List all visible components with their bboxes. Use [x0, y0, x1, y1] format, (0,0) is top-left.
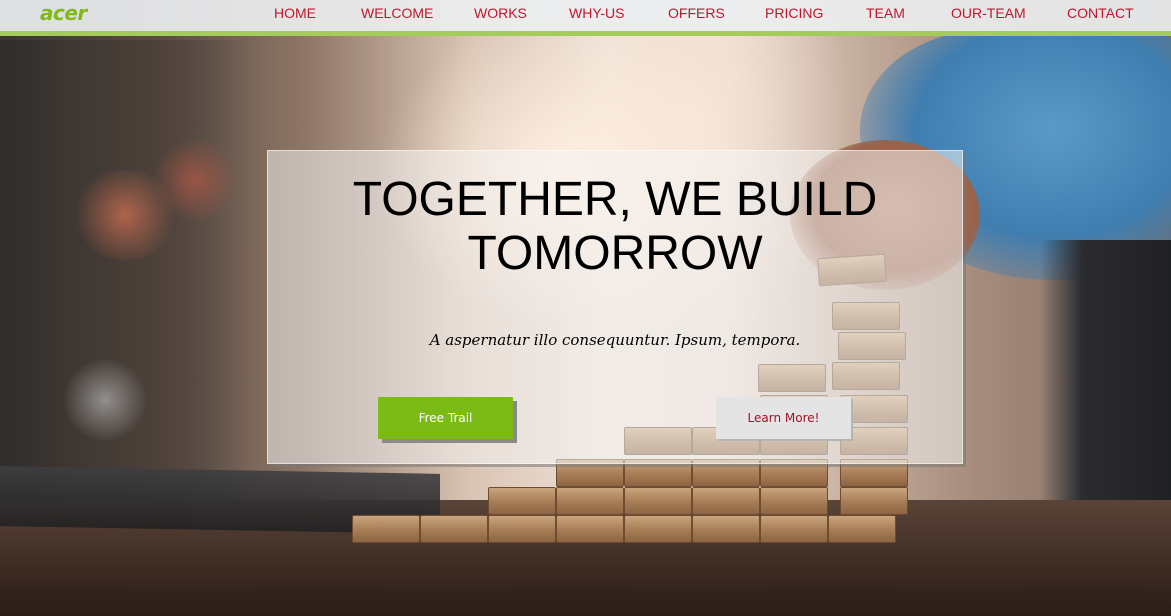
- nav-link-why-us[interactable]: WHY-US: [569, 5, 625, 21]
- nav-link-home[interactable]: HOME: [274, 5, 316, 21]
- hero-card: TOGETHER, WE BUILD TOMORROW A aspernatur…: [267, 150, 963, 464]
- hero-title-line-2: TOMORROW: [467, 227, 763, 280]
- nav-link-welcome[interactable]: WELCOME: [361, 5, 433, 21]
- top-navbar: acer HOME WELCOME WORKS WHY-US OFFERS PR…: [0, 0, 1171, 36]
- wooden-block: [828, 515, 896, 543]
- background-bokeh: [60, 360, 150, 440]
- wooden-block: [624, 487, 692, 515]
- wooden-block: [420, 515, 488, 543]
- nav-link-contact[interactable]: CONTACT: [1067, 5, 1134, 21]
- wooden-block: [488, 515, 556, 543]
- hero-subtitle: A aspernatur illo consequuntur. Ipsum, t…: [429, 331, 801, 349]
- background-bokeh: [150, 140, 240, 220]
- wooden-block: [760, 515, 828, 543]
- wooden-block: [352, 515, 420, 543]
- hero-title: TOGETHER, WE BUILD TOMORROW: [268, 173, 962, 281]
- wooden-block: [760, 487, 828, 515]
- nav-link-team[interactable]: TEAM: [866, 5, 905, 21]
- nav-link-our-team[interactable]: OUR-TEAM: [951, 5, 1026, 21]
- brand-logo[interactable]: acer: [40, 1, 87, 25]
- wooden-block: [488, 487, 556, 515]
- nav-link-offers[interactable]: OFFERS: [668, 5, 725, 21]
- nav-link-works[interactable]: WORKS: [474, 5, 527, 21]
- wooden-block: [692, 487, 760, 515]
- page: acer HOME WELCOME WORKS WHY-US OFFERS PR…: [0, 0, 1171, 616]
- free-trial-button[interactable]: Free Trail: [378, 397, 513, 439]
- wooden-block: [692, 515, 760, 543]
- wooden-block: [556, 487, 624, 515]
- wooden-block: [556, 515, 624, 543]
- nav-link-pricing[interactable]: PRICING: [765, 5, 823, 21]
- wooden-block: [624, 515, 692, 543]
- wooden-block: [840, 487, 908, 515]
- learn-more-button[interactable]: Learn More!: [716, 397, 851, 439]
- hero-title-line-1: TOGETHER, WE BUILD: [352, 173, 878, 226]
